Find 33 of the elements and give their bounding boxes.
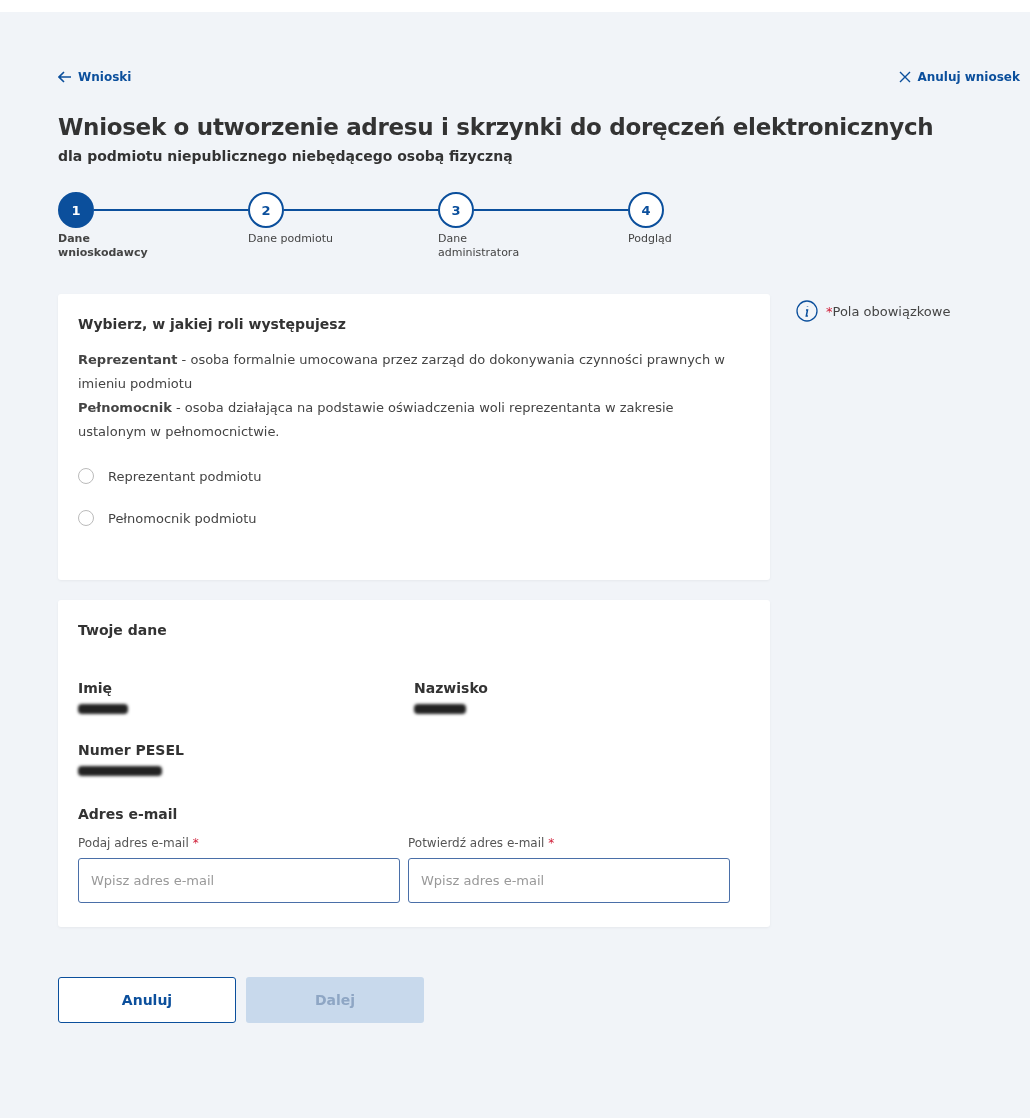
page-title: Wniosek o utworzenie adresu i skrzynki do doręczeń elektronicznych	[58, 114, 935, 140]
section-heading: Adres e-mail	[78, 806, 179, 822]
arrow-left-icon	[58, 71, 72, 83]
input-label: Potwierdź adres e-mail *	[408, 836, 556, 850]
input-label: Podaj adres e-mail *	[78, 836, 200, 850]
field-label: Imię	[78, 680, 114, 696]
step-number: 2	[248, 192, 284, 228]
role-option[interactable]: Pełnomocnik podmiotu	[78, 510, 730, 526]
role-description: Reprezentant - osoba formalnie umocowana przez zarząd do dokonywania czynności prawnych w imieniu podmiotu	[78, 351, 726, 393]
step-label: Dane podmiotu	[248, 232, 334, 246]
card-heading: Wybierz, w jakiej roli występujesz	[78, 316, 347, 332]
step-label: Podgląd	[628, 232, 673, 246]
field-label: Nazwisko	[414, 680, 489, 696]
required-mark: *	[192, 836, 199, 850]
role-option[interactable]: Reprezentant podmiotu	[78, 468, 730, 484]
email-input[interactable]: Wpisz adres e-mail	[408, 858, 730, 903]
role-description: Pełnomocnik - osoba działająca na podstawie oświadczenia woli reprezentanta w zakresie ustalonym w pełnomocnictwie.	[78, 399, 675, 441]
email-input[interactable]: Wpisz adres e-mail	[78, 858, 400, 903]
field-label: Numer PESEL	[78, 742, 185, 758]
required-mark: *	[548, 836, 555, 850]
cancel-button[interactable]: Anuluj	[58, 977, 236, 1023]
cancel-application-link[interactable]: Anuluj wniosek	[899, 70, 1020, 84]
info-icon	[796, 300, 818, 322]
step-label: Dane wnioskodawcy	[58, 232, 149, 260]
close-icon	[899, 71, 912, 83]
back-link[interactable]: Wnioski	[58, 70, 132, 84]
required-fields-note: *Pola obowiązkowe	[826, 303, 951, 319]
step-label: Dane administratora	[438, 232, 521, 260]
page-subtitle: dla podmiotu niepublicznego niebędącego osobą fizyczną	[58, 148, 514, 164]
step-number: 3	[438, 192, 474, 228]
step-number: 4	[628, 192, 664, 228]
step-number: 1	[58, 192, 94, 228]
card-heading: Twoje dane	[78, 622, 168, 638]
